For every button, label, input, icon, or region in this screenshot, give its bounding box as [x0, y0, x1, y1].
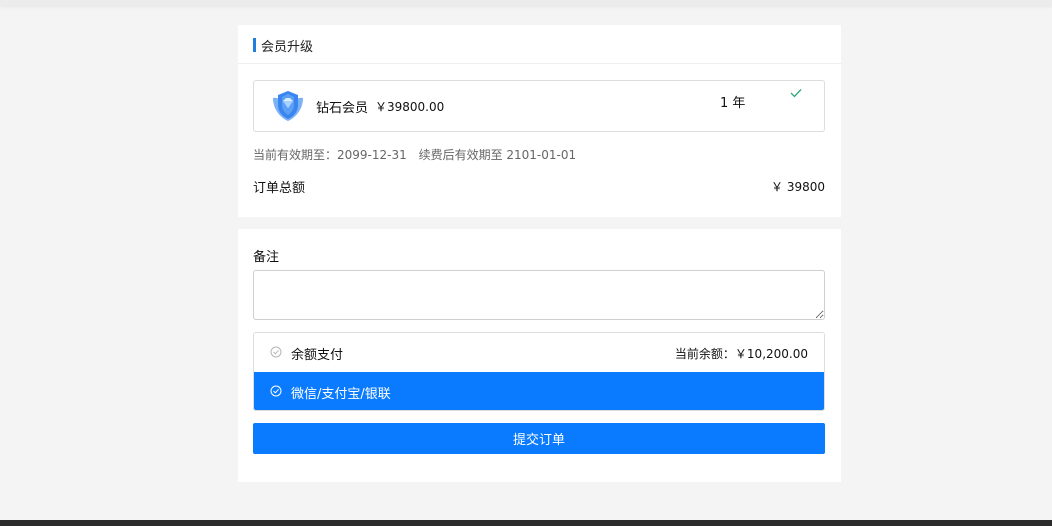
circle-check-icon [270, 346, 282, 358]
member-name: 钻石会员 [316, 101, 369, 116]
current-validity: 当前有效期至：2099-12-31 [253, 148, 407, 162]
current-balance: 当前余额：￥10,200.00 [674, 347, 808, 361]
card-header: 会员升级 [238, 25, 841, 64]
bottom-bar [0, 520, 1052, 526]
remark-input[interactable] [253, 270, 825, 320]
order-total-label: 订单总额 [253, 181, 306, 196]
submit-order-button[interactable]: 提交订单 [253, 423, 825, 454]
member-duration: 1 年 [720, 96, 746, 111]
diamond-shield-icon [273, 91, 303, 121]
payment-option-online[interactable]: 微信/支付宝/银联 [254, 372, 824, 410]
member-price: ￥39800.00 [375, 100, 445, 114]
title-accent-bar [253, 38, 256, 52]
remark-label: 备注 [253, 250, 280, 265]
validity-info: 当前有效期至：2099-12-31 续费后有效期至 2101-01-01 [253, 146, 584, 163]
circle-check-icon [270, 385, 282, 397]
renewed-validity: 续费后有效期至 2101-01-01 [418, 148, 577, 162]
payment-option-label: 余额支付 [291, 348, 344, 363]
card-title: 会员升级 [261, 40, 314, 55]
order-total-value: ￥ 39800 [771, 180, 825, 194]
member-option[interactable]: 钻石会员 ￥39800.00 1 年 [253, 80, 825, 132]
payment-option-balance[interactable]: 余额支付 当前余额：￥10,200.00 [254, 333, 824, 372]
upgrade-card: 会员升级 钻石会员 ￥39800.00 1 年 当前有效期至：2099-12-3… [238, 25, 841, 217]
top-bar [0, 0, 1052, 6]
order-card: 备注 余额支付 当前余额：￥10,200.00 微信/支付宝/银联 提交订单 [238, 229, 841, 482]
payment-option-label: 微信/支付宝/银联 [291, 387, 391, 402]
check-icon [790, 89, 802, 98]
payment-methods: 余额支付 当前余额：￥10,200.00 微信/支付宝/银联 [253, 332, 825, 411]
